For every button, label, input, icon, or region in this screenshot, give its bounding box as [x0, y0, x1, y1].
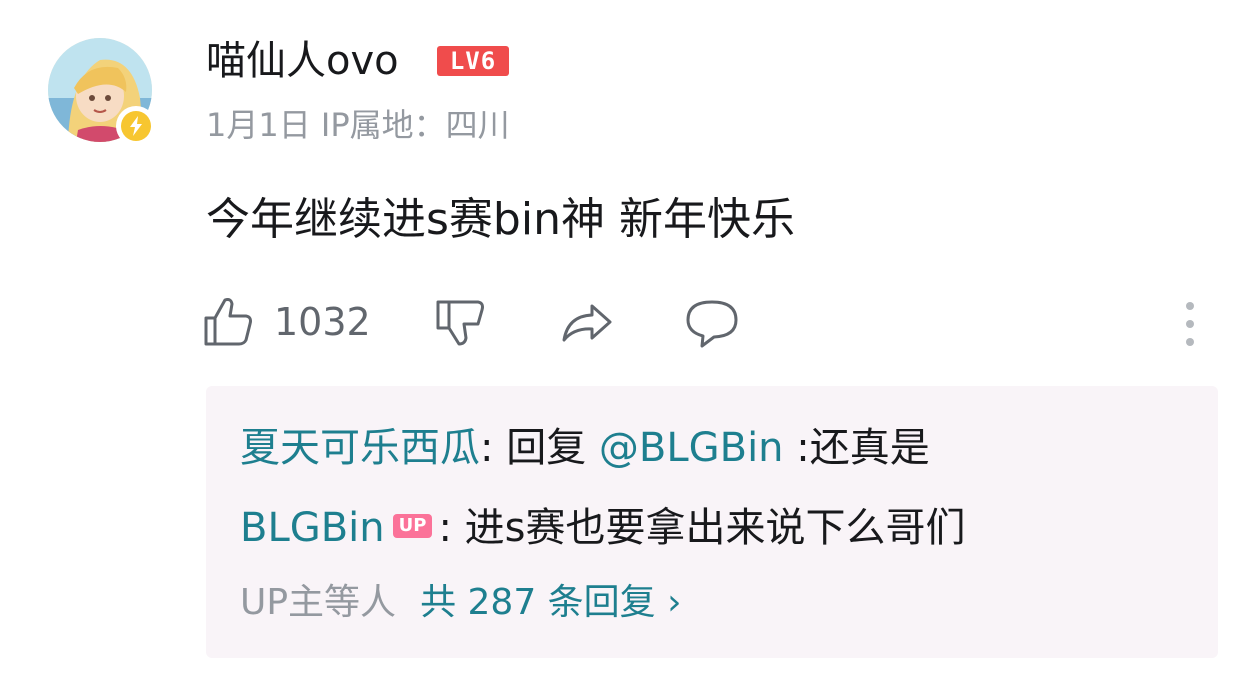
- reply-item[interactable]: 夏天可乐西瓜: 回复 @BLGBin :还真是: [240, 422, 930, 474]
- thumbs-up-icon: [204, 298, 252, 346]
- reply-separator: : 回复: [480, 425, 599, 471]
- reply-username[interactable]: BLGBin: [240, 505, 385, 551]
- lightning-icon: [130, 116, 142, 136]
- chevron-right-icon: ›: [667, 582, 682, 623]
- comment-actions: 1032: [200, 290, 1210, 354]
- more-options-button[interactable]: [1176, 290, 1204, 354]
- dislike-button[interactable]: [432, 290, 488, 354]
- reply-text: : 进s赛也要拿出来说下么哥们: [438, 505, 966, 551]
- thumbs-down-icon: [436, 300, 484, 346]
- reply-mention[interactable]: @BLGBin: [599, 425, 784, 471]
- reply-text: :还真是: [783, 425, 930, 471]
- like-button[interactable]: 1032: [200, 290, 371, 354]
- comment-content: 今年继续进s赛bin神 新年快乐: [206, 194, 795, 245]
- comment-meta: 1月1日 IP属地：四川: [206, 106, 510, 144]
- share-button[interactable]: [558, 290, 618, 354]
- reply-summary-prefix: UP主等人: [240, 582, 397, 623]
- reply-count-label: 共 287 条回复: [420, 582, 656, 623]
- like-count: 1032: [274, 300, 371, 344]
- comment-username[interactable]: 喵仙人ovo: [206, 36, 399, 86]
- comment-bubble-icon: [686, 300, 738, 348]
- reply-username[interactable]: 夏天可乐西瓜: [240, 425, 480, 471]
- reply-summary: UP主等人共 287 条回复 ›: [240, 580, 682, 626]
- view-all-replies-link[interactable]: 共 287 条回复 ›: [420, 582, 681, 623]
- share-icon: [562, 304, 612, 342]
- up-badge: UP: [392, 514, 433, 538]
- comment-page: 喵仙人ovo LV6 1月1日 IP属地：四川 今年继续进s赛bin神 新年快乐…: [0, 0, 1260, 687]
- level-badge: LV6: [437, 46, 509, 76]
- avatar-verified-badge: [116, 106, 156, 146]
- reply-button[interactable]: [682, 290, 742, 354]
- more-vertical-icon: [1186, 302, 1194, 346]
- reply-item[interactable]: BLGBin UP: 进s赛也要拿出来说下么哥们: [240, 502, 965, 554]
